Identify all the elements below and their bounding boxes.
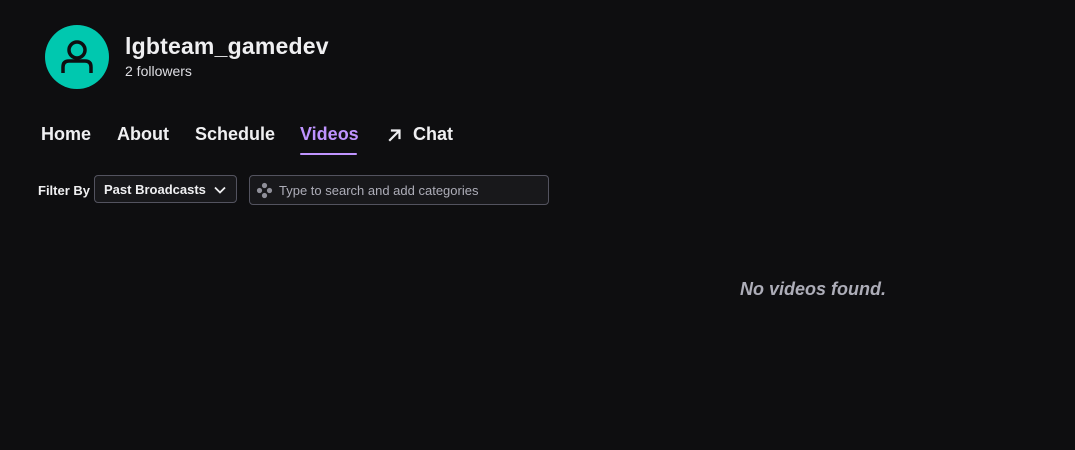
tab-chat[interactable]: Chat [387, 124, 453, 145]
game-controller-icon [256, 182, 273, 198]
active-tab-indicator [300, 153, 357, 155]
category-search-field[interactable] [249, 175, 549, 205]
tab-videos[interactable]: Videos [300, 124, 359, 145]
chevron-down-icon [214, 186, 226, 194]
filter-by-label: Filter By [38, 183, 91, 198]
category-search-input[interactable] [279, 182, 529, 198]
tab-chat-label: Chat [413, 124, 453, 144]
avatar[interactable] [45, 25, 109, 89]
channel-videos-page: lgbteam_gamedev 2 followers Home About S… [0, 0, 1075, 450]
user-icon [61, 40, 93, 73]
dropdown-selected-value: Past Broadcasts [104, 181, 206, 197]
video-type-dropdown[interactable]: Past Broadcasts [94, 175, 237, 203]
follower-count: 2 followers [125, 63, 192, 79]
channel-name[interactable]: lgbteam_gamedev [125, 33, 329, 60]
tab-schedule[interactable]: Schedule [195, 124, 275, 145]
external-link-arrow-icon [388, 128, 401, 142]
tab-about[interactable]: About [117, 124, 169, 145]
empty-state-message: No videos found. [740, 279, 886, 299]
tab-home[interactable]: Home [41, 124, 91, 145]
